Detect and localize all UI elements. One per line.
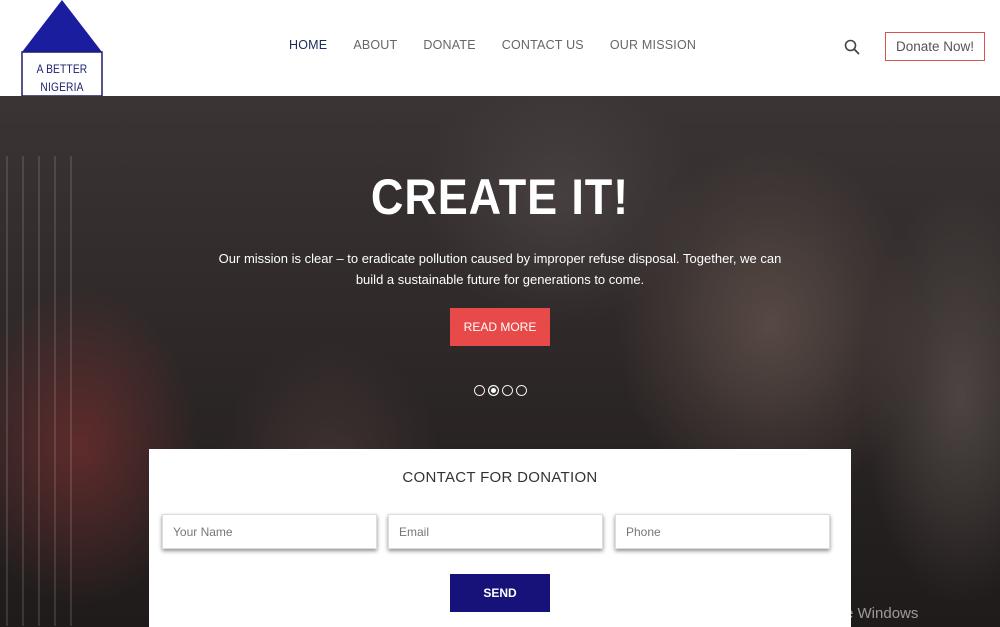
nav-item-about[interactable]: ABOUT: [353, 38, 397, 52]
logo[interactable]: A BETTER NIGERIA: [21, 0, 103, 96]
nav-item-donate[interactable]: DONATE: [423, 38, 475, 52]
read-more-button[interactable]: READ MORE: [450, 308, 550, 346]
nav-item-home[interactable]: HOME: [289, 38, 327, 52]
slider-dot-2[interactable]: [488, 385, 499, 396]
hero-description: Our mission is clear – to eradicate poll…: [218, 251, 782, 287]
email-input[interactable]: Email: [388, 514, 603, 549]
activate-windows-watermark: Activate Windows: [800, 605, 919, 622]
logo-text: A BETTER NIGERIA: [27, 60, 97, 96]
hero-title: CREATE IT!: [370, 169, 630, 225]
logo-line-2: NIGERIA: [40, 80, 84, 94]
logo-line-1: A BETTER: [36, 62, 88, 76]
donation-contact-form: CONTACT FOR DONATION Your Name Email Pho…: [149, 449, 851, 627]
send-button[interactable]: SEND: [450, 574, 550, 612]
slider-pagination: [474, 385, 527, 396]
search-icon[interactable]: [843, 38, 861, 56]
nav-item-our-mission[interactable]: OUR MISSION: [610, 38, 696, 52]
donate-now-button[interactable]: Donate Now!: [885, 32, 985, 61]
site-header: A BETTER NIGERIA HOME ABOUT DONATE CONTA…: [0, 0, 1000, 96]
slider-dot-1[interactable]: [474, 385, 485, 396]
nav-item-contact-us[interactable]: CONTACT US: [502, 38, 584, 52]
phone-input[interactable]: Phone: [615, 514, 830, 549]
slider-dot-4[interactable]: [516, 385, 527, 396]
name-input[interactable]: Your Name: [162, 514, 377, 549]
main-nav: HOME ABOUT DONATE CONTACT US OUR MISSION: [289, 38, 722, 52]
slider-dot-3[interactable]: [502, 385, 513, 396]
form-title: CONTACT FOR DONATION: [402, 469, 598, 486]
hero-background-image: [0, 156, 80, 626]
